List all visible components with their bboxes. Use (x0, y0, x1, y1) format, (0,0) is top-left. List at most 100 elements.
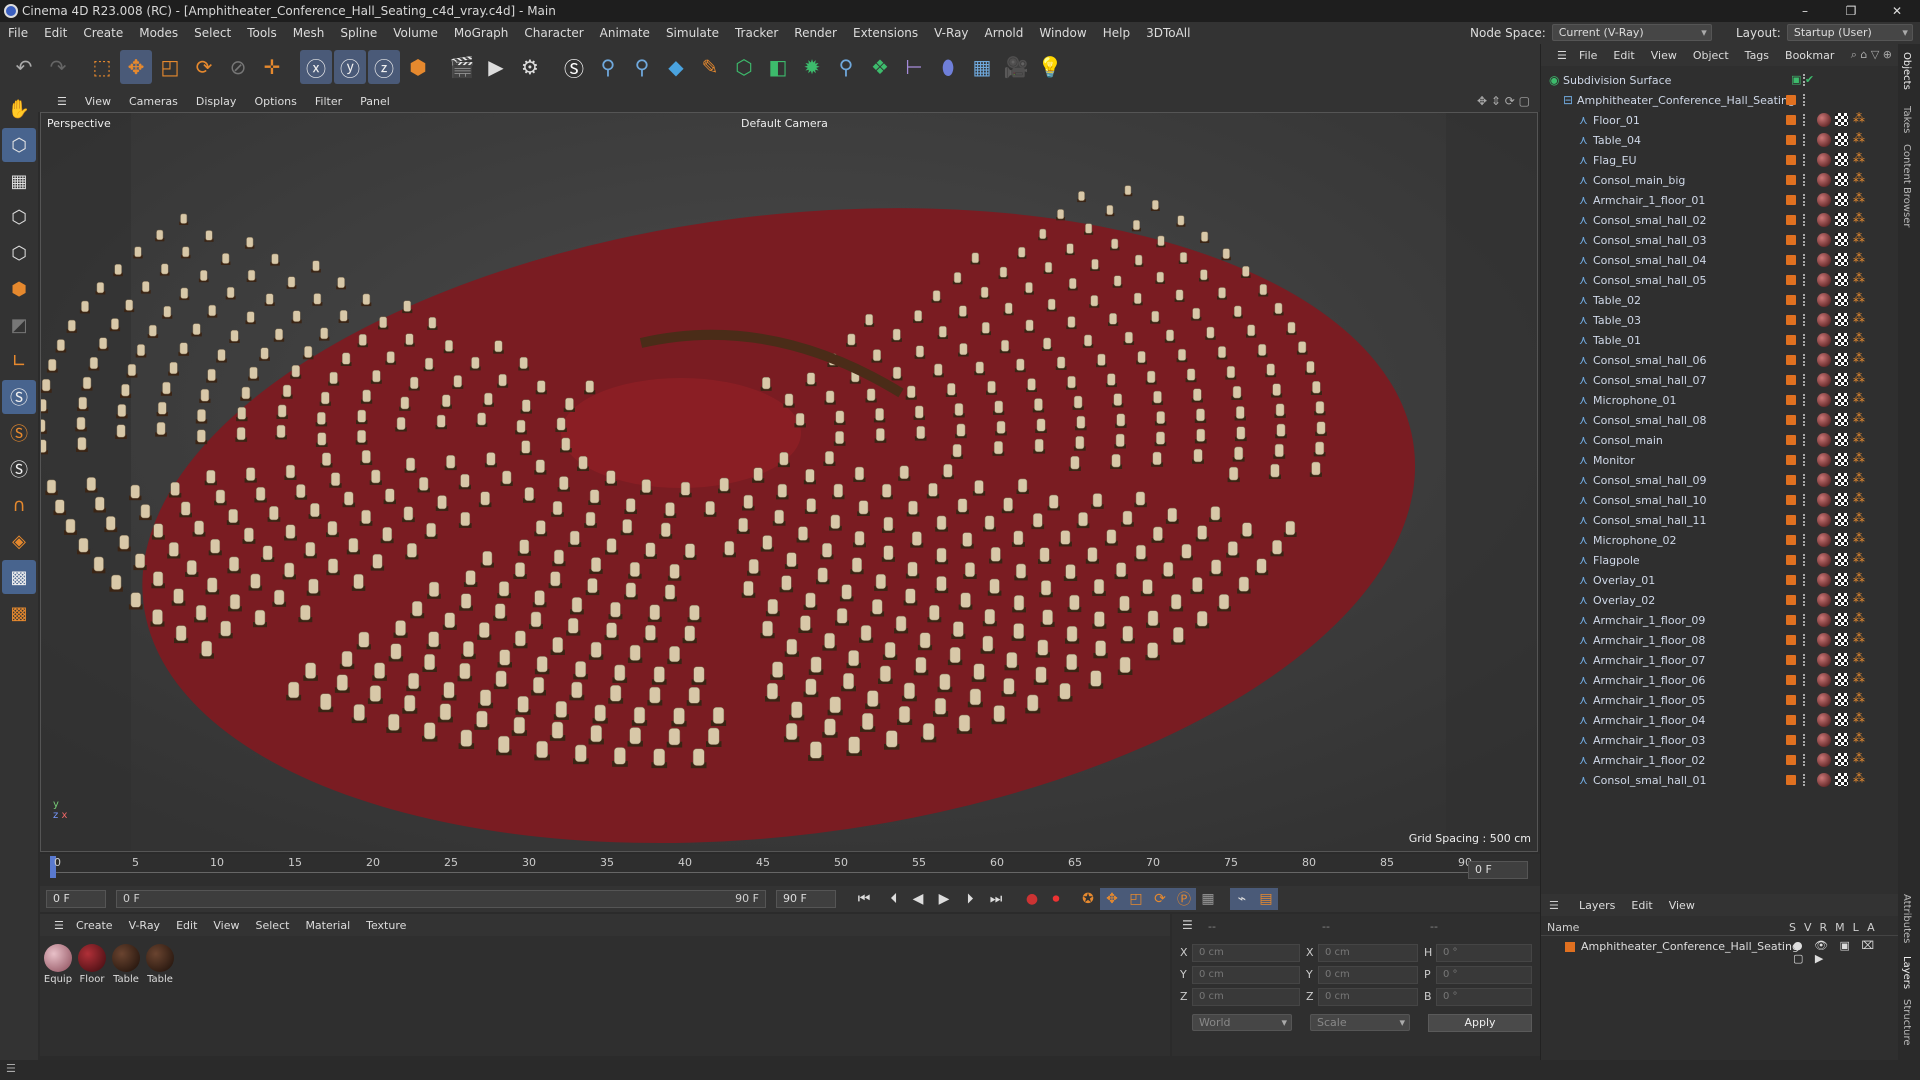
live-selection-icon[interactable]: ⬚ (86, 50, 118, 84)
material-swatch[interactable]: Floor (76, 944, 108, 985)
layer-tag-icon[interactable] (1786, 235, 1796, 245)
object-name[interactable]: Floor_01 (1593, 114, 1640, 127)
texture-tag-icon[interactable] (1835, 153, 1848, 166)
object-row[interactable]: ⋏ Table_02 ⁂ (1541, 290, 1899, 310)
texture-tag-icon[interactable] (1835, 593, 1848, 606)
visibility-dots-icon[interactable] (1803, 154, 1807, 166)
material-tag-icon[interactable] (1817, 653, 1831, 667)
visibility-dots-icon[interactable] (1803, 274, 1807, 286)
vp-menu-options[interactable]: Options (245, 95, 305, 108)
vray-tag-icon[interactable]: ⁂ (1853, 471, 1865, 485)
points-mode-icon[interactable]: ⬡ (2, 200, 36, 234)
key-scale-icon[interactable]: ◰ (1124, 888, 1148, 910)
object-row[interactable]: ⋏ Consol_main_big ⁂ (1541, 170, 1899, 190)
layer-tag-icon[interactable] (1786, 135, 1796, 145)
make-editable-icon[interactable]: ✋ (2, 92, 36, 126)
visibility-dots-icon[interactable] (1803, 634, 1807, 646)
pen-icon[interactable]: ✎ (694, 50, 726, 84)
menu-arnold[interactable]: Arnold (977, 26, 1032, 40)
texture-tag-icon[interactable] (1835, 693, 1848, 706)
visibility-dots-icon[interactable] (1803, 434, 1807, 446)
vray-tag-icon[interactable]: ⁂ (1853, 691, 1865, 705)
object-group-row[interactable]: ◉ Subdivision Surface ▣ ✔ (1541, 70, 1899, 90)
python-icon[interactable]: ⚲ (592, 50, 624, 84)
texture-tag-icon[interactable] (1835, 353, 1848, 366)
menu-spline[interactable]: Spline (332, 26, 385, 40)
visibility-dots-icon[interactable] (1803, 214, 1807, 226)
material-tag-icon[interactable] (1817, 333, 1831, 347)
texture-tag-icon[interactable] (1835, 273, 1848, 286)
material-tag-icon[interactable] (1817, 613, 1831, 627)
menu-tools[interactable]: Tools (239, 26, 285, 40)
grid-2-icon[interactable]: ▩ (2, 560, 36, 594)
texture-tag-icon[interactable] (1835, 293, 1848, 306)
visibility-dots-icon[interactable] (1803, 354, 1807, 366)
vray-tag-icon[interactable]: ⁂ (1853, 151, 1865, 165)
object-name[interactable]: Armchair_1_floor_02 (1593, 754, 1705, 767)
next-frame-icon[interactable]: ⏵ (958, 888, 982, 910)
mat-menu-texture[interactable]: Texture (358, 919, 414, 932)
object-name[interactable]: Armchair_1_floor_06 (1593, 674, 1705, 687)
object-name[interactable]: Consol_smal_hall_02 (1593, 214, 1706, 227)
visibility-dots-icon[interactable] (1803, 694, 1807, 706)
transform-icon[interactable]: ✛ (256, 50, 288, 84)
object-row[interactable]: ⋏ Overlay_02 ⁂ (1541, 590, 1899, 610)
mat-menu-select[interactable]: Select (248, 919, 298, 932)
visibility-dots-icon[interactable] (1803, 534, 1807, 546)
layer-tag-icon[interactable] (1786, 615, 1796, 625)
texture-tag-icon[interactable] (1835, 773, 1848, 786)
object-name[interactable]: Armchair_1_floor_08 (1593, 634, 1705, 647)
object-name[interactable]: Consol_main (1593, 434, 1663, 447)
layer-tag-icon[interactable] (1786, 635, 1796, 645)
z-axis-icon[interactable]: ⓩ (368, 50, 400, 84)
object-row[interactable]: ⋏ Armchair_1_floor_06 ⁂ (1541, 670, 1899, 690)
visibility-dots-icon[interactable] (1803, 374, 1807, 386)
menu-window[interactable]: Window (1031, 26, 1094, 40)
close-icon[interactable]: ✕ (1874, 0, 1920, 22)
vray-tag-icon[interactable]: ⁂ (1853, 191, 1865, 205)
material-tag-icon[interactable] (1817, 393, 1831, 407)
material-tag-icon[interactable] (1817, 433, 1831, 447)
layer-toggles-icon[interactable]: ● 👁 ▣ ⌧ ▢ ▶ (1793, 939, 1899, 965)
object-name[interactable]: Subdivision Surface (1563, 74, 1671, 87)
uv-mode-icon[interactable]: ◩ (2, 308, 36, 342)
visibility-dots-icon[interactable] (1803, 574, 1807, 586)
visibility-dots-icon[interactable] (1803, 674, 1807, 686)
object-name[interactable]: Consol_smal_hall_01 (1593, 774, 1706, 787)
texture-tag-icon[interactable] (1835, 253, 1848, 266)
vray-tag-icon[interactable]: ⁂ (1853, 611, 1865, 625)
move-icon[interactable]: ✥ (120, 50, 152, 84)
object-name[interactable]: Armchair_1_floor_04 (1593, 714, 1705, 727)
layer-tag-icon[interactable] (1786, 575, 1796, 585)
layer-row[interactable]: Amphitheater_Conference_Hall_Seating ● 👁… (1541, 938, 1899, 965)
texture-tag-icon[interactable] (1835, 233, 1848, 246)
model-mode-icon[interactable]: ⬡ (2, 128, 36, 162)
object-name[interactable]: Overlay_02 (1593, 594, 1655, 607)
object-row[interactable]: ⋏ Flag_EU ⁂ (1541, 150, 1899, 170)
size-z-field[interactable]: 0 cm (1318, 988, 1418, 1006)
material-tag-icon[interactable] (1817, 313, 1831, 327)
grid-icon[interactable]: ◈ (2, 524, 36, 558)
vp-menu-cameras[interactable]: Cameras (120, 95, 187, 108)
visibility-dots-icon[interactable] (1803, 754, 1807, 766)
material-tag-icon[interactable] (1817, 633, 1831, 647)
vray-tag-icon[interactable]: ⁂ (1853, 551, 1865, 565)
vray-tag-icon[interactable]: ⁂ (1853, 731, 1865, 745)
object-row[interactable]: ⋏ Overlay_01 ⁂ (1541, 570, 1899, 590)
vray-tag-icon[interactable]: ⁂ (1853, 231, 1865, 245)
vray-tag-icon[interactable]: ⁂ (1853, 171, 1865, 185)
go-to-end-icon[interactable]: ⏭ (984, 888, 1008, 910)
vp-menu-view[interactable]: View (76, 95, 120, 108)
status-menu-icon[interactable]: ☰ (6, 1062, 16, 1075)
timeline-window-icon[interactable]: ▤ (1254, 888, 1278, 910)
material-tag-icon[interactable] (1817, 133, 1831, 147)
tab-layers[interactable]: Layers (1901, 956, 1912, 989)
object-row[interactable]: ⋏ Armchair_1_floor_02 ⁂ (1541, 750, 1899, 770)
vray-tag-icon[interactable]: ⁂ (1853, 671, 1865, 685)
material-swatch[interactable]: Table (144, 944, 176, 985)
material-swatch[interactable]: Equip (42, 944, 74, 985)
object-row[interactable]: ⋏ Consol_smal_hall_05 ⁂ (1541, 270, 1899, 290)
obj-menu-file[interactable]: File (1571, 49, 1605, 62)
layer-tag-icon[interactable] (1786, 275, 1796, 285)
viewport-nav-icons[interactable]: ✥ ⇕ ⟳ ▢ (1477, 94, 1530, 108)
